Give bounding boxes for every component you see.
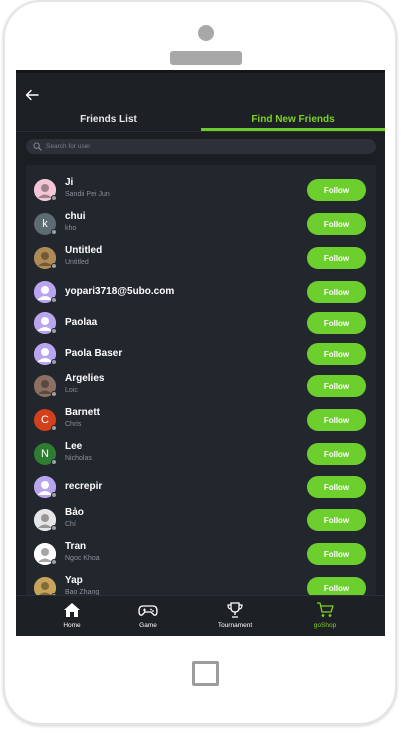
follow-button[interactable]: Follow xyxy=(307,509,366,531)
search-bar[interactable] xyxy=(26,139,376,154)
follow-button[interactable]: Follow xyxy=(307,312,366,334)
user-row[interactable]: Argelies Loic Follow xyxy=(26,371,376,405)
user-subtitle: Loic xyxy=(65,387,78,394)
front-camera xyxy=(198,25,214,41)
user-avatar xyxy=(34,281,57,303)
search-icon xyxy=(33,142,42,151)
user-avatar xyxy=(34,543,57,565)
user-name: Argelies xyxy=(65,373,105,384)
online-status-dot xyxy=(51,359,57,365)
user-name: Ji xyxy=(65,177,74,188)
online-status-dot xyxy=(51,195,57,201)
back-arrow-icon[interactable] xyxy=(24,87,40,103)
app-screen: Friends List Find New Friends Ji Sandii P… xyxy=(16,70,385,636)
home-icon xyxy=(64,603,80,617)
user-subtitle: kho xyxy=(65,225,77,232)
header: Friends List Find New Friends xyxy=(16,70,385,133)
online-status-dot xyxy=(51,559,57,565)
user-row[interactable]: Tran Ngoc Khoa Follow xyxy=(26,539,376,573)
follow-button[interactable]: Follow xyxy=(307,179,366,201)
bottom-navigation: Home Game Tournament goShop xyxy=(16,595,385,636)
user-avatar xyxy=(34,476,57,498)
cart-icon xyxy=(317,602,334,617)
follow-button[interactable]: Follow xyxy=(307,543,366,565)
user-avatar: k xyxy=(34,213,57,235)
earpiece-speaker xyxy=(170,51,242,65)
user-subtitle: Chí xyxy=(65,521,76,528)
online-status-dot xyxy=(51,391,57,397)
online-status-dot xyxy=(51,297,57,303)
user-row[interactable]: Paola Baser Follow xyxy=(26,339,376,373)
follow-button[interactable]: Follow xyxy=(307,281,366,303)
user-avatar xyxy=(34,509,57,531)
user-subtitle: Nicholas xyxy=(65,455,92,462)
online-status-dot xyxy=(51,229,57,235)
nav-item-goshop[interactable]: goShop xyxy=(279,596,371,636)
follow-button[interactable]: Follow xyxy=(307,409,366,431)
nav-item-game[interactable]: Game xyxy=(102,596,194,636)
user-name: Paola Baser xyxy=(65,348,123,359)
user-name: yopari3718@5ubo.com xyxy=(65,286,175,297)
nav-label-goshop: goShop xyxy=(313,622,337,629)
user-avatar: N xyxy=(34,443,57,465)
user-avatar xyxy=(34,375,57,397)
user-subtitle: Chris xyxy=(65,421,82,428)
search-input[interactable] xyxy=(46,143,346,150)
gamepad-icon xyxy=(138,605,158,616)
user-row[interactable]: Paolaa Follow xyxy=(26,308,376,342)
trophy-icon xyxy=(227,602,243,618)
tab-friends-list[interactable]: Friends List xyxy=(16,105,201,133)
user-row[interactable]: Bảo Chí Follow xyxy=(26,505,376,539)
nav-label-tournament: Tournament xyxy=(217,622,253,629)
user-row[interactable]: N Lee Nicholas Follow xyxy=(26,439,376,473)
user-row[interactable]: Ji Sandii Pei Jun Follow xyxy=(26,175,376,209)
user-avatar xyxy=(34,312,57,334)
online-status-dot xyxy=(51,328,57,334)
tab-divider xyxy=(16,131,385,132)
follow-button[interactable]: Follow xyxy=(307,343,366,365)
online-status-dot xyxy=(51,492,57,498)
nav-label-game: Game xyxy=(139,622,157,629)
user-row[interactable]: recrepir Follow xyxy=(26,472,376,506)
follow-button[interactable]: Follow xyxy=(307,213,366,235)
user-name: chui xyxy=(65,211,86,222)
user-subtitle: Untitled xyxy=(65,259,89,266)
user-avatar xyxy=(34,343,57,365)
user-subtitle: Ngoc Khoa xyxy=(65,555,100,562)
user-name: Tran xyxy=(65,541,87,552)
user-row[interactable]: k chui kho Follow xyxy=(26,209,376,243)
online-status-dot xyxy=(51,263,57,269)
user-row[interactable]: Untitled Untitled Follow xyxy=(26,243,376,277)
user-row[interactable]: C Barnett Chris Follow xyxy=(26,405,376,439)
user-list: Ji Sandii Pei Jun Follow k chui kho Follow Unti… xyxy=(26,165,376,599)
user-name: Barnett xyxy=(65,407,101,418)
user-subtitle: Sandii Pei Jun xyxy=(65,191,110,198)
user-name: Paolaa xyxy=(65,317,98,328)
nav-item-tournament[interactable]: Tournament xyxy=(189,596,281,636)
user-avatar xyxy=(34,179,57,201)
user-row[interactable]: yopari3718@5ubo.com Follow xyxy=(26,277,376,311)
online-status-dot xyxy=(51,425,57,431)
user-avatar: C xyxy=(34,409,57,431)
user-name: recrepir xyxy=(65,481,103,492)
user-name: Bảo xyxy=(65,507,84,518)
active-tab-indicator xyxy=(201,128,385,131)
follow-button[interactable]: Follow xyxy=(307,476,366,498)
follow-button[interactable]: Follow xyxy=(307,375,366,397)
follow-button[interactable]: Follow xyxy=(307,247,366,269)
follow-button[interactable]: Follow xyxy=(307,443,366,465)
user-name: Lee xyxy=(65,441,83,452)
home-hardware-button[interactable] xyxy=(192,661,219,686)
online-status-dot xyxy=(51,459,57,465)
user-avatar xyxy=(34,247,57,269)
user-name: Untitled xyxy=(65,245,103,256)
user-name: Yap xyxy=(65,575,83,586)
online-status-dot xyxy=(51,525,57,531)
